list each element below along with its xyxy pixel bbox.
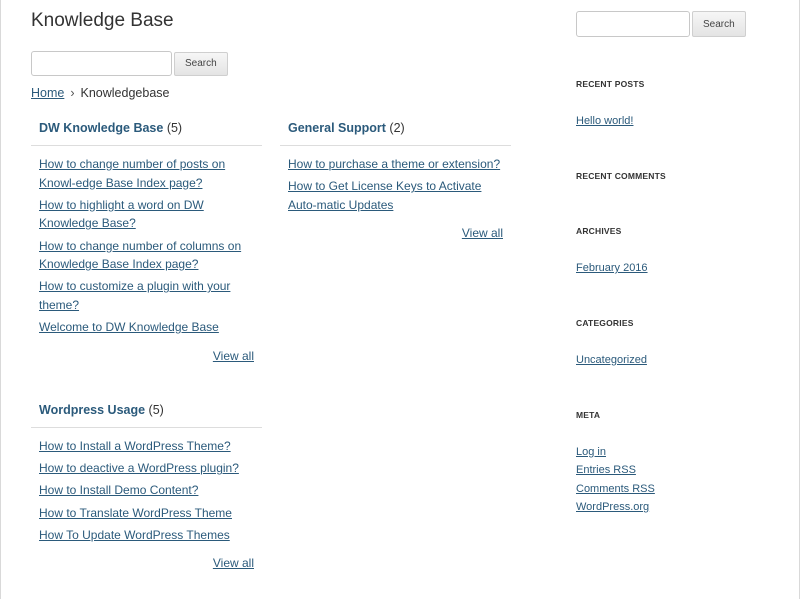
meta-wordpress-org-link[interactable]: WordPress.org bbox=[576, 501, 649, 513]
archive-link[interactable]: February 2016 bbox=[576, 262, 648, 274]
list-item: Welcome to DW Knowledge Base bbox=[39, 318, 262, 337]
main-search-button[interactable]: Search bbox=[174, 51, 228, 76]
kb-article-link[interactable]: How to change number of posts on Knowl-e… bbox=[39, 157, 225, 190]
list-item: February 2016 bbox=[576, 259, 648, 277]
categories-list: Uncategorized bbox=[576, 351, 647, 369]
kb-article-list: How to change number of posts on Knowl-e… bbox=[31, 155, 262, 337]
page-title: Knowledge Base bbox=[31, 10, 174, 31]
kb-category-link[interactable]: General Support bbox=[288, 121, 386, 135]
sidebar-search-button[interactable]: Search bbox=[692, 11, 746, 37]
kb-section-header: DW Knowledge Base (5) bbox=[31, 121, 262, 146]
meta-entries-rss-link[interactable]: Entries RSS bbox=[576, 464, 636, 476]
kb-category-count: (5) bbox=[166, 121, 183, 135]
page-left-border bbox=[0, 0, 1, 599]
view-all-link[interactable]: View all bbox=[213, 556, 254, 570]
kb-article-link[interactable]: How to Translate WordPress Theme bbox=[39, 506, 232, 520]
kb-category-count: (2) bbox=[389, 121, 405, 135]
list-item: How to change number of columns on Knowl… bbox=[39, 237, 262, 274]
widget-title-meta: META bbox=[576, 410, 601, 420]
kb-section-dw-knowledge-base: DW Knowledge Base (5) How to change numb… bbox=[31, 121, 262, 363]
list-item: Log in bbox=[576, 443, 655, 461]
kb-view-all-row: View all bbox=[280, 226, 511, 240]
sidebar-search-input[interactable] bbox=[576, 11, 690, 37]
list-item: Entries RSS bbox=[576, 461, 655, 479]
kb-section-wordpress-usage: Wordpress Usage (5) How to Install a Wor… bbox=[31, 403, 262, 570]
widget-title-categories: CATEGORIES bbox=[576, 318, 634, 328]
kb-category-count: (5) bbox=[148, 403, 164, 417]
list-item: How to deactive a WordPress plugin? bbox=[39, 459, 262, 478]
list-item: How to highlight a word on DW Knowledge … bbox=[39, 196, 262, 233]
list-item: How to Get License Keys to Activate Auto… bbox=[288, 177, 511, 214]
widget-title-recent-posts: RECENT POSTS bbox=[576, 79, 645, 89]
recent-posts-list: Hello world! bbox=[576, 112, 633, 130]
list-item: Comments RSS bbox=[576, 480, 655, 498]
kb-section-header: General Support (2) bbox=[280, 121, 511, 146]
list-item: Uncategorized bbox=[576, 351, 647, 369]
kb-article-link[interactable]: How to purchase a theme or extension? bbox=[288, 157, 500, 171]
kb-article-link[interactable]: How to change number of columns on Knowl… bbox=[39, 239, 241, 272]
widget-title-archives: ARCHIVES bbox=[576, 226, 622, 236]
main-search-input[interactable] bbox=[31, 51, 172, 76]
archives-list: February 2016 bbox=[576, 259, 648, 277]
view-all-link[interactable]: View all bbox=[213, 349, 254, 363]
list-item: How To Update WordPress Themes bbox=[39, 526, 262, 545]
kb-section-header: Wordpress Usage (5) bbox=[31, 403, 262, 428]
breadcrumb: Home › Knowledgebase bbox=[31, 86, 169, 100]
list-item: How to purchase a theme or extension? bbox=[288, 155, 511, 174]
list-item: WordPress.org bbox=[576, 498, 655, 516]
list-item: How to Translate WordPress Theme bbox=[39, 504, 262, 523]
sidebar-search-form: Search bbox=[576, 11, 746, 37]
kb-article-link[interactable]: How to customize a plugin with your them… bbox=[39, 279, 230, 312]
kb-article-link[interactable]: Welcome to DW Knowledge Base bbox=[39, 320, 219, 334]
kb-view-all-row: View all bbox=[31, 349, 262, 363]
kb-article-link[interactable]: How to deactive a WordPress plugin? bbox=[39, 461, 239, 475]
kb-article-list: How to Install a WordPress Theme? How to… bbox=[31, 437, 262, 544]
meta-login-link[interactable]: Log in bbox=[576, 446, 606, 458]
meta-comments-rss-link[interactable]: Comments RSS bbox=[576, 483, 655, 495]
breadcrumb-separator: › bbox=[70, 86, 75, 100]
kb-article-link[interactable]: How to Get License Keys to Activate Auto… bbox=[288, 179, 481, 212]
meta-list: Log in Entries RSS Comments RSS WordPres… bbox=[576, 443, 655, 517]
kb-article-list: How to purchase a theme or extension? Ho… bbox=[280, 155, 511, 214]
view-all-link[interactable]: View all bbox=[462, 226, 503, 240]
kb-view-all-row: View all bbox=[31, 556, 262, 570]
recent-post-link[interactable]: Hello world! bbox=[576, 115, 633, 127]
list-item: Hello world! bbox=[576, 112, 633, 130]
kb-category-link[interactable]: DW Knowledge Base bbox=[39, 121, 163, 135]
kb-section-general-support: General Support (2) How to purchase a th… bbox=[280, 121, 511, 240]
list-item: How to Install Demo Content? bbox=[39, 481, 262, 500]
category-link[interactable]: Uncategorized bbox=[576, 354, 647, 366]
kb-category-link[interactable]: Wordpress Usage bbox=[39, 403, 145, 417]
list-item: How to change number of posts on Knowl-e… bbox=[39, 155, 262, 192]
widget-title-recent-comments: RECENT COMMENTS bbox=[576, 171, 666, 181]
breadcrumb-home-link[interactable]: Home bbox=[31, 86, 64, 100]
list-item: How to customize a plugin with your them… bbox=[39, 277, 262, 314]
kb-article-link[interactable]: How To Update WordPress Themes bbox=[39, 528, 230, 542]
breadcrumb-current: Knowledgebase bbox=[80, 86, 170, 100]
kb-article-link[interactable]: How to Install a WordPress Theme? bbox=[39, 439, 231, 453]
kb-article-link[interactable]: How to highlight a word on DW Knowledge … bbox=[39, 198, 204, 231]
list-item: How to Install a WordPress Theme? bbox=[39, 437, 262, 456]
kb-article-link[interactable]: How to Install Demo Content? bbox=[39, 483, 198, 497]
main-search-form: Search bbox=[31, 51, 228, 76]
